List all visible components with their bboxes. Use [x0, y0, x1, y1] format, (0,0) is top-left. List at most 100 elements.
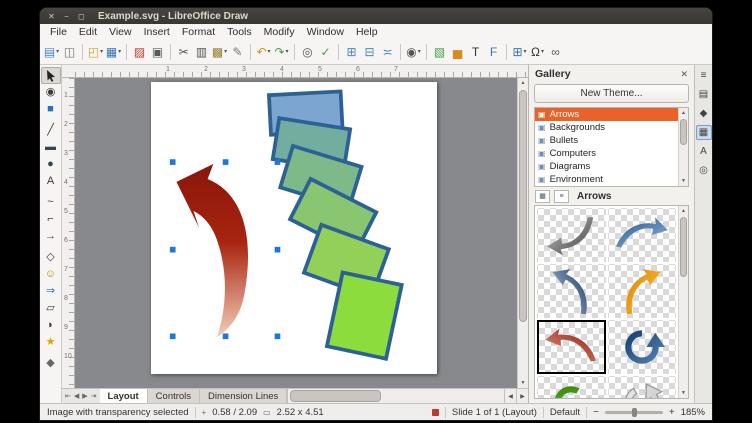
insert-chart-icon[interactable]: ▅ [449, 42, 466, 62]
fontwork-icon[interactable]: F [485, 42, 502, 62]
gallery-item-curved-arrow-blue[interactable] [608, 208, 677, 262]
scroll-down-icon[interactable]: ▼ [679, 176, 688, 186]
insert-image-icon[interactable]: ▧ [431, 42, 448, 62]
gallery-item-curved-arrow-red[interactable] [537, 320, 606, 374]
minimize-button[interactable]: − [61, 11, 72, 22]
selection-handle[interactable] [170, 247, 176, 253]
layer-nav-arrow[interactable]: ▶ [82, 392, 87, 400]
dropdown-arrow-icon[interactable]: ▾ [524, 49, 527, 55]
scroll-right-icon[interactable]: ▶ [516, 389, 528, 403]
dropdown-arrow-icon[interactable]: ▾ [286, 49, 289, 55]
gallery-theme-computers[interactable]: ▣Computers [535, 147, 678, 160]
gallery-item-straight-arrow-navy[interactable] [537, 264, 606, 318]
gallery-theme-diagrams[interactable]: ▣Diagrams [535, 160, 678, 173]
scroll-up-icon[interactable]: ▲ [679, 206, 688, 216]
menu-window[interactable]: Window [301, 26, 350, 38]
zoom-slider-thumb[interactable] [632, 408, 637, 417]
copy-icon[interactable]: ▥ [193, 42, 210, 62]
new-drawing-icon[interactable]: ▤▾ [43, 42, 60, 62]
scroll-track[interactable] [287, 389, 504, 403]
theme-list-scrollbar[interactable]: ▲ ▼ [678, 108, 688, 186]
scroll-down-icon[interactable]: ▼ [518, 378, 528, 388]
zoom-out-button[interactable]: − [593, 407, 599, 418]
cut-icon[interactable]: ✂ [175, 42, 192, 62]
scroll-up-icon[interactable]: ▲ [518, 78, 528, 88]
lines-arrows-tool[interactable]: → [41, 228, 61, 245]
scroll-track[interactable] [518, 88, 528, 378]
layer-tab-controls[interactable]: Controls [148, 389, 200, 403]
dropdown-arrow-icon[interactable]: ▾ [100, 49, 103, 55]
gallery-theme-bullets[interactable]: ▣Bullets [535, 134, 678, 147]
scroll-left-icon[interactable]: ◀ [504, 389, 516, 403]
connector-tool[interactable]: ⌐ [41, 211, 61, 228]
layer-tab-layout[interactable]: Layout [100, 389, 148, 403]
special-character-icon[interactable]: Ω▾ [529, 42, 546, 62]
titlebar[interactable]: ✕−◻ Example.svg - LibreOffice Draw [40, 8, 712, 24]
export-pdf-icon[interactable]: ▨ [131, 42, 148, 62]
selection-handle[interactable] [275, 247, 281, 253]
horizontal-scrollbar[interactable]: ◀ ▶ [287, 389, 528, 403]
selection-handle[interactable] [275, 333, 281, 339]
spelling-icon[interactable]: ✓ [317, 42, 334, 62]
insert-table-icon[interactable]: ⊞▾ [511, 42, 528, 62]
layer-nav-arrow[interactable]: ◀ [74, 392, 79, 400]
detail-view-button[interactable]: ≡ [554, 190, 569, 203]
fill-color-tool[interactable]: ■ [41, 101, 61, 118]
zoom-tool[interactable]: ◉ [41, 84, 61, 101]
new-theme-button[interactable]: New Theme... [534, 84, 689, 103]
callouts-tool[interactable]: ◗ [41, 317, 61, 334]
gallery-item-circular-arrow-outline[interactable] [608, 376, 677, 398]
zoom-in-button[interactable]: + [669, 407, 675, 418]
flowchart-tool[interactable]: ▱ [41, 300, 61, 317]
ellipse-tool[interactable]: ● [41, 156, 61, 173]
gallery-theme-environment[interactable]: ▣Environment [535, 173, 678, 186]
document-modified-icon[interactable] [432, 409, 439, 416]
dropdown-arrow-icon[interactable]: ▾ [541, 49, 544, 55]
zoom-level[interactable]: 185% [681, 407, 705, 418]
gallery-item-curved-arrow-gray[interactable] [537, 208, 606, 262]
templates-icon[interactable]: ◫ [61, 42, 78, 62]
snap-to-grid-icon[interactable]: ⊟ [361, 42, 378, 62]
menu-format[interactable]: Format [176, 26, 221, 38]
scroll-thumb[interactable] [290, 390, 381, 402]
insert-textbox-icon[interactable]: T [467, 42, 484, 62]
menu-help[interactable]: Help [350, 26, 384, 38]
scroll-thumb[interactable] [680, 217, 687, 277]
symbol-shapes-tool[interactable]: ☺ [41, 266, 61, 283]
selection-handle[interactable] [223, 333, 229, 339]
dropdown-arrow-icon[interactable]: ▾ [118, 49, 121, 55]
display-grid-icon[interactable]: ⊞ [343, 42, 360, 62]
horizontal-ruler[interactable]: 1234567 [62, 65, 528, 78]
vertical-ruler[interactable]: 12345678910 [62, 78, 75, 388]
sidebar-navigator-icon[interactable]: ◎ [696, 163, 712, 178]
red-curved-arrow-image[interactable] [176, 164, 248, 337]
menu-edit[interactable]: Edit [73, 26, 103, 38]
scroll-track[interactable] [679, 216, 688, 388]
helplines-icon[interactable]: ≍ [379, 42, 396, 62]
scroll-down-icon[interactable]: ▼ [679, 388, 688, 398]
block-arrows-tool[interactable]: ⇒ [41, 283, 61, 300]
dropdown-arrow-icon[interactable]: ▾ [268, 49, 271, 55]
curve-tool[interactable]: ~ [41, 194, 61, 211]
gallery-theme-arrows[interactable]: ▣Arrows [535, 108, 678, 121]
scroll-up-icon[interactable]: ▲ [679, 108, 688, 118]
redo-icon[interactable]: ↷▾ [273, 42, 290, 62]
paste-icon[interactable]: ▩▾ [211, 42, 228, 62]
basic-shapes-tool[interactable]: ◇ [41, 249, 61, 266]
menu-modify[interactable]: Modify [258, 26, 301, 38]
selection-handle[interactable] [275, 159, 281, 165]
thumbnail-scrollbar[interactable]: ▲ ▼ [678, 206, 688, 398]
layer-nav-arrow[interactable]: ⇤ [65, 392, 71, 400]
sidebar-styles-icon[interactable]: A [696, 144, 712, 159]
stars-tool[interactable]: ★ [41, 334, 61, 351]
line-tool[interactable]: ╱ [41, 122, 61, 139]
dropdown-arrow-icon[interactable]: ▾ [56, 49, 59, 55]
panel-close-icon[interactable]: ✕ [680, 69, 688, 80]
canvas[interactable] [75, 78, 517, 388]
sidebar-menu-icon[interactable]: ≡ [696, 68, 712, 83]
selection-handle[interactable] [170, 159, 176, 165]
scroll-thumb[interactable] [519, 90, 527, 322]
hyperlink-icon[interactable]: ∞ [547, 42, 564, 62]
clone-formatting-icon[interactable]: ✎ [229, 42, 246, 62]
open-file-icon[interactable]: ◰▾ [87, 42, 104, 62]
